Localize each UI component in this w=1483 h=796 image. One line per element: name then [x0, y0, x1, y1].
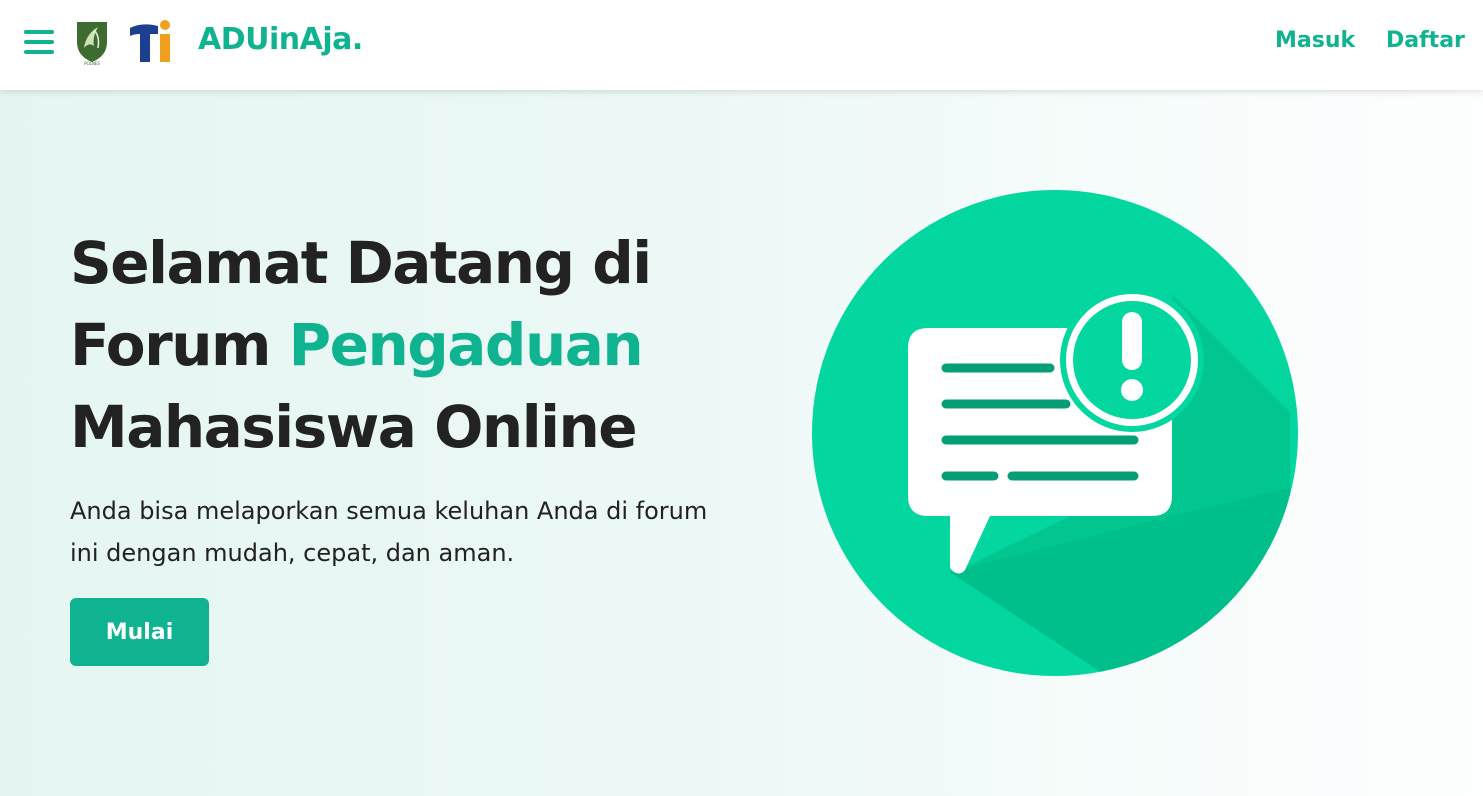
hero-title-line1: Selamat Datang di [70, 229, 652, 297]
complaint-chat-alert-icon [812, 190, 1298, 676]
hero-title-line3: Mahasiswa Online [70, 393, 638, 461]
hamburger-menu-icon[interactable] [24, 28, 54, 56]
ti-logo [130, 20, 170, 62]
register-link[interactable]: Daftar [1386, 28, 1465, 53]
hero-title: Selamat Datang di Forum Pengaduan Mahasi… [70, 222, 770, 468]
login-link[interactable]: Masuk [1275, 28, 1355, 53]
hero-title-line2-prefix: Forum [70, 311, 289, 379]
start-button[interactable]: Mulai [70, 598, 209, 666]
brand-name[interactable]: ADUinAja. [198, 22, 363, 57]
hero-title-accent: Pengaduan [288, 311, 644, 379]
polnes-logo: POLNES [77, 22, 107, 66]
hero-description: Anda bisa melaporkan semua keluhan Anda … [70, 497, 708, 567]
polnes-logo-text: POLNES [84, 61, 100, 66]
navbar: POLNES ADUinAja. Masuk Daftar [0, 0, 1483, 90]
